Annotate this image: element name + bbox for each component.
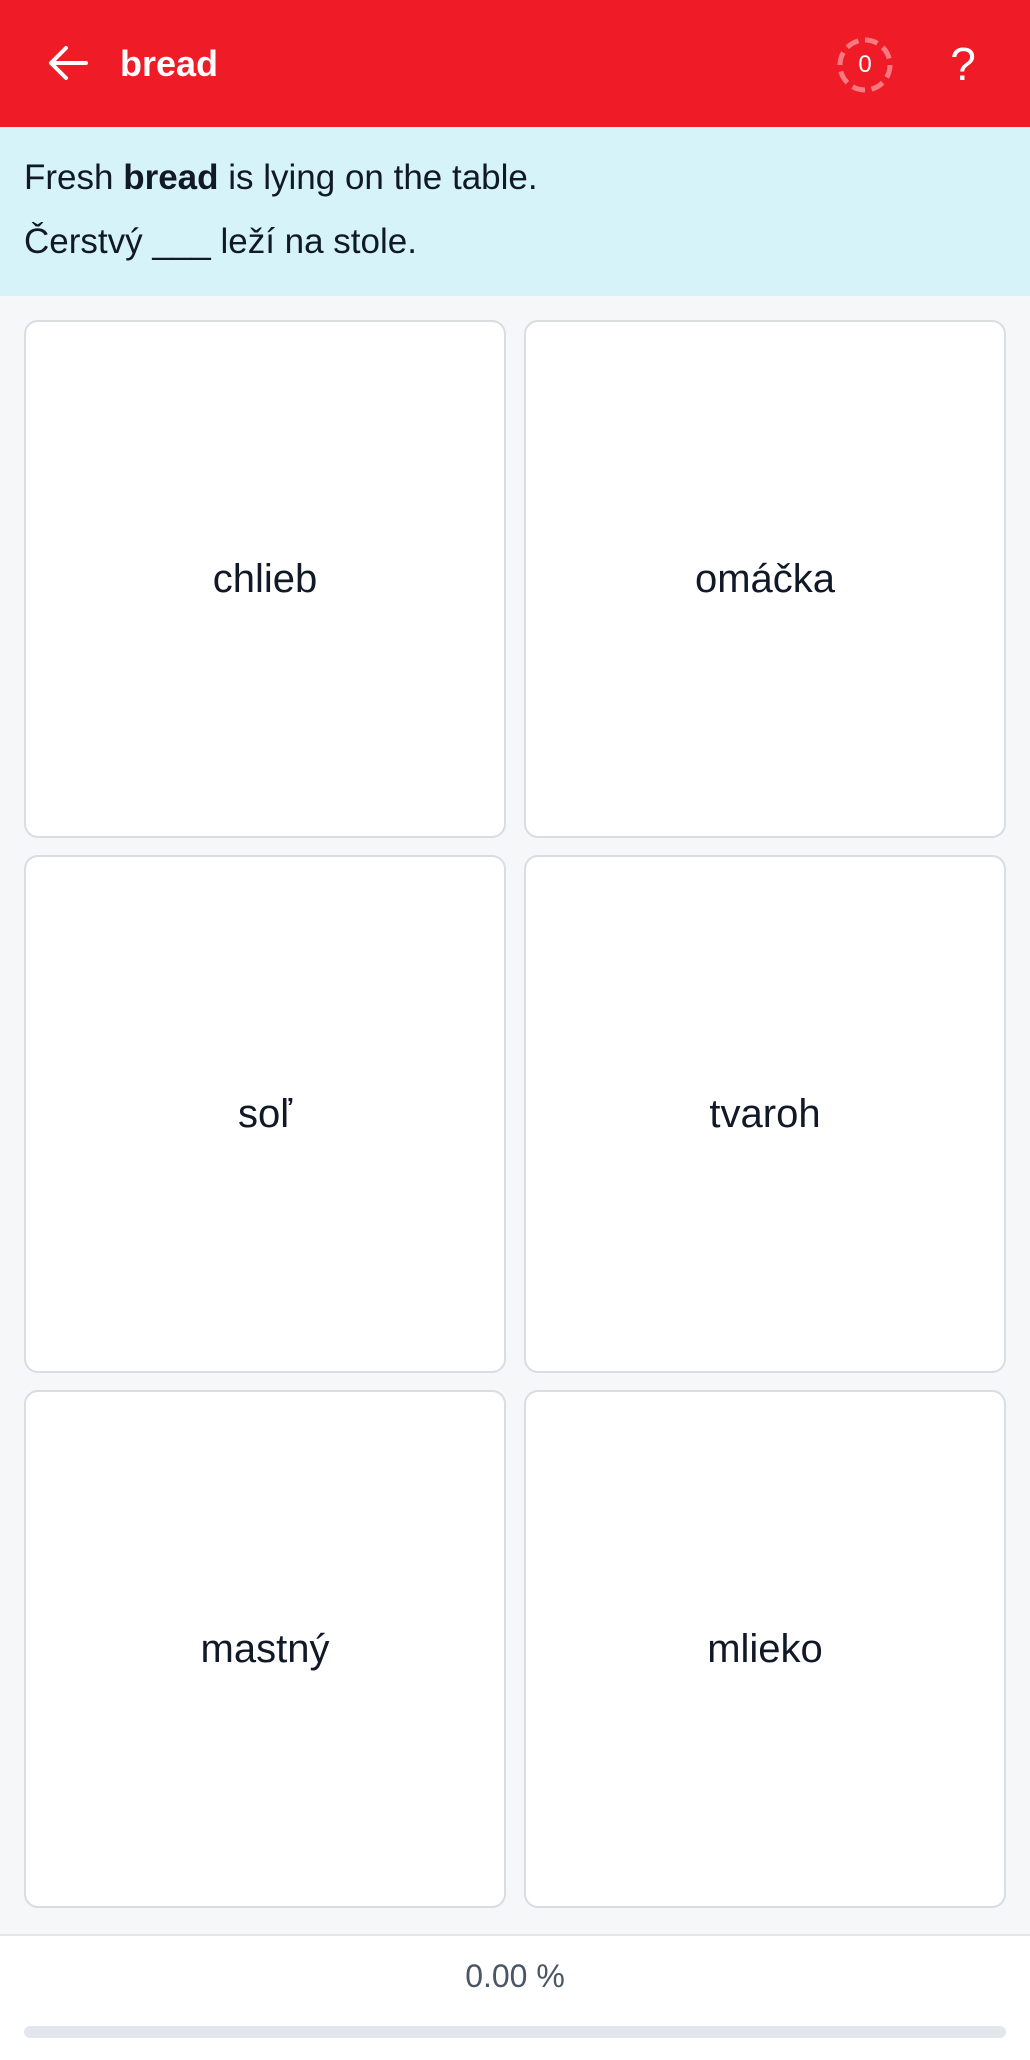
answer-option[interactable]: mastný	[24, 1390, 506, 1908]
answer-option-label: soľ	[238, 1091, 292, 1136]
answer-option-label: omáčka	[694, 556, 836, 601]
answer-option[interactable]: soľ	[24, 855, 506, 1373]
score-counter[interactable]: 0	[836, 36, 894, 94]
answer-option[interactable]: chlieb	[24, 320, 506, 838]
answer-options: chlieb omáčka soľ tvaroh mastný mlieko	[24, 320, 1006, 1909]
english-sentence: Fresh bread is lying on the table.	[24, 158, 538, 197]
counter-value: 0	[858, 51, 872, 78]
answer-option-label: tvaroh	[709, 1091, 821, 1136]
answer-option-label: mlieko	[707, 1626, 823, 1671]
answer-option-label: chlieb	[212, 556, 318, 601]
answer-option[interactable]: omáčka	[524, 320, 1006, 838]
progress-footer: 0.00 %	[0, 1934, 1030, 2060]
answer-option[interactable]: mlieko	[524, 1390, 1006, 1908]
progress-bar	[24, 2026, 1006, 2038]
target-sentence: Čerstvý ___ leží na stole.	[24, 222, 417, 261]
top-bar: bread 0 ?	[0, 0, 1030, 127]
back-button[interactable]	[40, 30, 96, 96]
sentence-prompt: Fresh bread is lying on the table. Čerst…	[0, 127, 1030, 296]
answer-option-label: mastný	[200, 1626, 330, 1671]
progress-percent: 0.00 %	[465, 1958, 565, 1994]
arrow-left-icon	[49, 46, 88, 80]
page-title: bread	[120, 42, 219, 84]
quiz-screen: bread 0 ? Fresh bread is lying on the ta…	[0, 0, 1030, 2060]
help-button[interactable]: ?	[938, 28, 988, 100]
highlighted-word: bread	[123, 158, 219, 197]
answer-option[interactable]: tvaroh	[524, 855, 1006, 1373]
